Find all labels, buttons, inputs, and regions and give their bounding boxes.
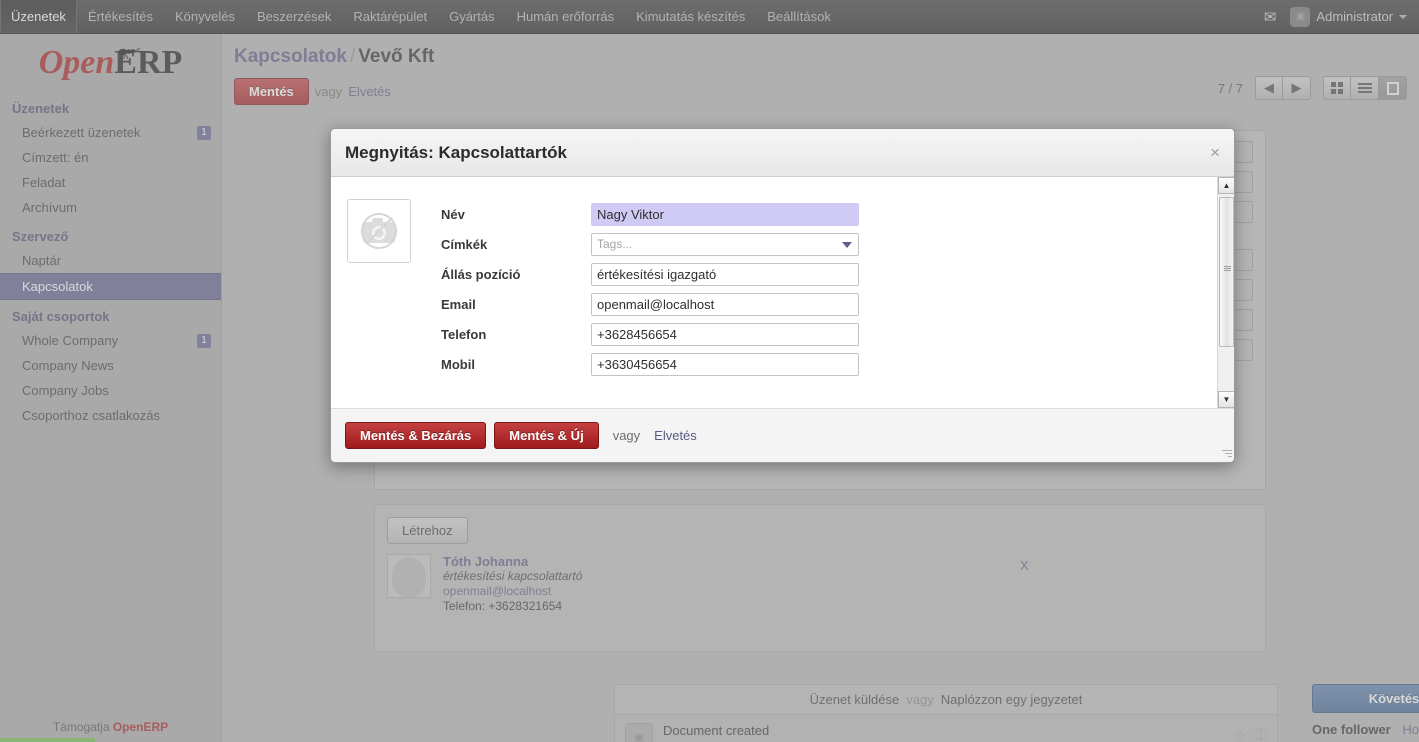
field-label: Mobil (441, 356, 475, 372)
dialog-footer: Mentés & Bezárás Mentés & Új vagy Elveté… (331, 408, 1234, 462)
chevron-down-icon[interactable] (842, 241, 852, 248)
no-camera-icon[interactable] (347, 199, 411, 263)
telefon-input[interactable] (591, 322, 859, 346)
field-row: Telefon (441, 319, 859, 349)
field-label: Email (441, 296, 476, 312)
close-icon[interactable]: × (1210, 144, 1220, 161)
n-v-input[interactable] (591, 202, 859, 226)
dialog-scrollbar[interactable]: ▲ ▼ (1217, 177, 1234, 408)
field-label: Állás pozíció (441, 266, 521, 282)
field-row: Email (441, 289, 859, 319)
save-and-close-button[interactable]: Mentés & Bezárás (345, 422, 487, 449)
field-label: Telefon (441, 326, 487, 342)
field-row: Címkék Tags... (441, 229, 859, 259)
dialog-discard-link[interactable]: Elvetés (654, 428, 697, 443)
email-input[interactable] (591, 292, 859, 316)
field-row: Állás pozíció (441, 259, 859, 289)
dialog-title: Megnyitás: Kapcsolattartók (345, 142, 567, 162)
field-row: Név (441, 199, 859, 229)
field-label: Címkék (441, 236, 488, 252)
scrollbar-grip-icon (1224, 266, 1231, 271)
field-row: Mobil (441, 349, 859, 379)
tags-input[interactable]: Tags... (591, 232, 859, 256)
field-label: Név (441, 206, 465, 222)
dialog-or-label: vagy (612, 428, 641, 443)
dialog-header: Megnyitás: Kapcsolattartók × (331, 129, 1234, 177)
open-contact-dialog: Megnyitás: Kapcsolattartók × Név Címkék Ta… (330, 128, 1235, 463)
contact-form: Név Címkék Tags... Állás pozíció Email Telefo… (331, 177, 1234, 379)
scroll-down-icon[interactable]: ▼ (1218, 391, 1234, 408)
dialog-body: Név Címkék Tags... Állás pozíció Email Telefo… (331, 177, 1234, 408)
scroll-up-icon[interactable]: ▲ (1218, 177, 1234, 194)
mobil-input[interactable] (591, 352, 859, 376)
save-and-new-button[interactable]: Mentés & Új (494, 422, 599, 449)
scrollbar-thumb[interactable] (1219, 197, 1234, 347)
resize-grip-icon[interactable] (1220, 448, 1232, 460)
-ll-s-poz-ci--input[interactable] (591, 262, 859, 286)
